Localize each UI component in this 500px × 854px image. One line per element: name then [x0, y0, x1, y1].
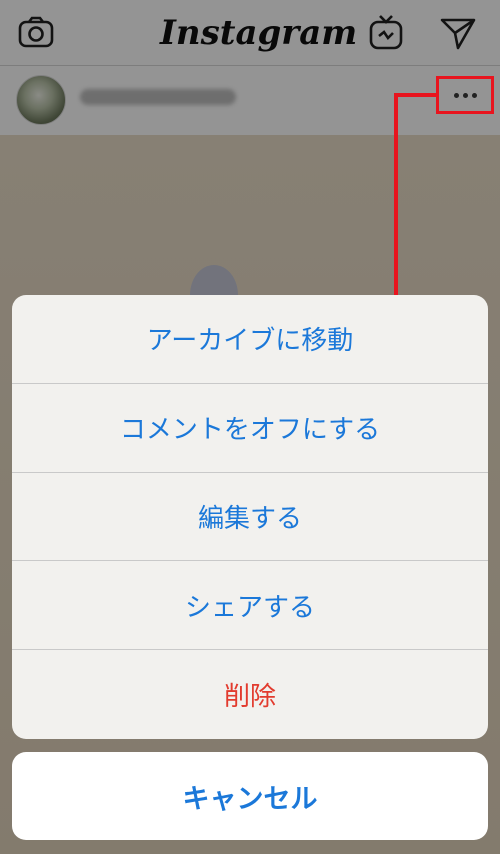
archive-button[interactable]: アーカイブに移動 — [12, 295, 488, 384]
instagram-screen: Instagram アーカイブに移動 コメントをオフにする 編集する シェアする… — [0, 0, 500, 854]
more-horizontal-icon — [453, 92, 459, 98]
delete-button[interactable]: 削除 — [12, 650, 488, 739]
more-options-button[interactable] — [436, 76, 494, 114]
cancel-button[interactable]: キャンセル — [12, 752, 488, 840]
action-sheet: アーカイブに移動 コメントをオフにする 編集する シェアする 削除 — [12, 295, 488, 739]
turn-off-comments-button[interactable]: コメントをオフにする — [12, 384, 488, 473]
share-button[interactable]: シェアする — [12, 561, 488, 651]
callout-line-horizontal — [394, 93, 438, 97]
callout-line-vertical — [394, 93, 398, 313]
edit-button[interactable]: 編集する — [12, 473, 488, 562]
